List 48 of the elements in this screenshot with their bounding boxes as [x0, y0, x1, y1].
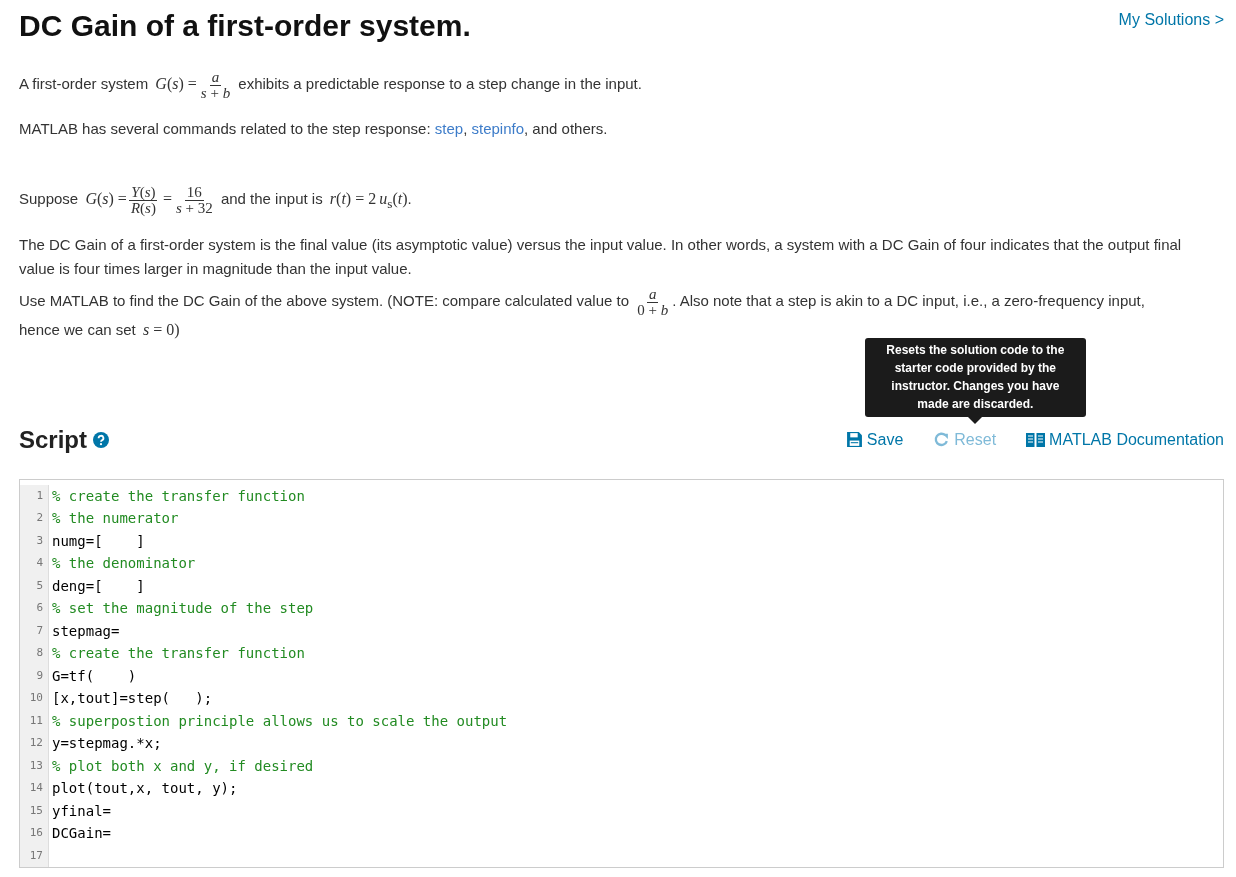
- line-number: 8: [20, 642, 49, 665]
- line-number: 1: [20, 484, 49, 508]
- line-number: 6: [20, 597, 49, 620]
- line-number: 4: [20, 552, 49, 575]
- paragraph: The DC Gain of a first-order system is the final value (its asymptotic value) versus the input value. In other words, a system with a DC Gain of four indicates that the output final value is four times larger in magnitude than the input value.: [19, 234, 1183, 279]
- code-line: plot(tout,x, tout, y);: [51, 779, 239, 799]
- line-number: 3: [20, 529, 49, 553]
- line-number: 17: [20, 844, 49, 868]
- line-number: 7: [20, 619, 49, 643]
- tooltip-arrow: [967, 416, 982, 424]
- paragraph: MATLAB has several commands related to the step response: step, stepinfo, and others.: [19, 119, 609, 139]
- code-line: numg=[ ]: [51, 531, 146, 551]
- documentation-button[interactable]: MATLAB Documentation: [1026, 430, 1224, 449]
- code-line: [x,tout]=step( );: [51, 689, 214, 709]
- code-line: deng=[ ]: [51, 576, 146, 596]
- line-number: 15: [20, 799, 49, 823]
- code-comment: % the numerator: [51, 509, 180, 529]
- code-line: stepmag=: [51, 621, 121, 641]
- doc-link[interactable]: stepinfo: [471, 120, 524, 137]
- code-line: yfinal=: [51, 801, 112, 821]
- code-comment: % the denominator: [51, 554, 197, 574]
- line-number: 10: [20, 687, 49, 710]
- script-heading: Script: [19, 425, 87, 454]
- line-number: 11: [20, 709, 49, 733]
- line-number: 5: [20, 574, 49, 598]
- code-line: G=tf( ): [51, 666, 138, 686]
- code-line: y=stepmag.*x;: [51, 734, 163, 754]
- page-title: DC Gain of a first-order system.: [19, 8, 471, 44]
- paragraph: A first-order system G(s) = a s + b exhibits a predictable response to a step change in the input.: [19, 70, 643, 101]
- code-comment: % set the magnitude of the step: [51, 599, 315, 619]
- code-comment: % plot both x and y, if desired: [51, 756, 315, 776]
- help-icon[interactable]: [93, 431, 109, 448]
- tooltip: Resets the solution code to the starter code provided by the instructor. Changes you have made are discarded.: [864, 337, 1086, 417]
- reset-icon: [933, 431, 951, 449]
- line-number: 13: [20, 754, 49, 778]
- code-comment: % create the transfer function: [51, 644, 306, 664]
- line-number: 12: [20, 732, 49, 755]
- line-number: 16: [20, 822, 49, 845]
- my-solutions-link[interactable]: My Solutions >: [1118, 11, 1224, 29]
- code-comment: % superpostion principle allows us to scale the output: [51, 711, 509, 731]
- code-comment: % create the transfer function: [51, 486, 306, 506]
- line-number: 9: [20, 664, 49, 688]
- code-line: DCGain=: [51, 824, 112, 844]
- save-button[interactable]: Save: [845, 430, 904, 449]
- paragraph: Suppose G(s) = Y(s) R(s) = 16 s + 32 and the input is r(t) = 2 u$_{s}$(t).: [19, 185, 413, 217]
- line-number: 2: [20, 507, 49, 530]
- book-icon: [1026, 431, 1046, 448]
- line-number: 14: [20, 777, 49, 800]
